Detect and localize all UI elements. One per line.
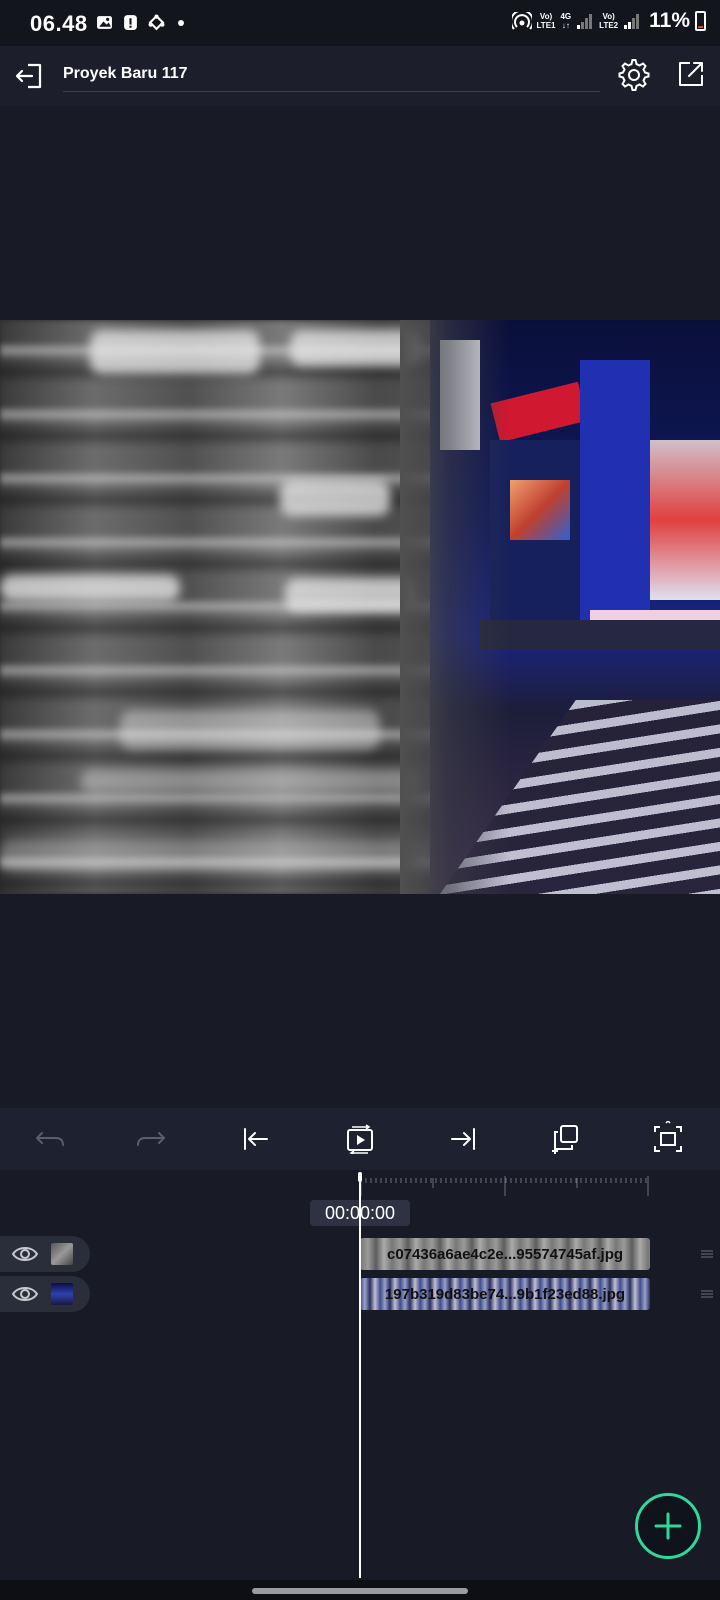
clip-name: c07436a6ae4c2e...95574745af.jpg xyxy=(386,1245,624,1263)
blur-shape xyxy=(280,480,390,516)
jump-end-button[interactable] xyxy=(443,1119,483,1159)
clip-thumbnail xyxy=(51,1283,73,1305)
duplicate-icon xyxy=(552,1125,578,1154)
app-header: Proyek Baru 117 xyxy=(0,46,720,106)
notification-dot xyxy=(178,19,184,26)
street xyxy=(480,620,720,650)
fullscreen-button[interactable] xyxy=(648,1119,688,1159)
preview-canvas[interactable] xyxy=(0,320,720,894)
sync-icon xyxy=(148,14,165,31)
billboard-screen xyxy=(510,480,570,540)
undo-icon xyxy=(36,1132,64,1146)
blur-shape xyxy=(80,770,420,792)
battery-icon xyxy=(695,11,706,31)
status-right-icons: Vo) LTE1 4G ↓↑ Vo) LTE2 11% xyxy=(511,9,706,33)
jump-end-icon xyxy=(451,1128,475,1150)
playhead[interactable] xyxy=(359,1176,361,1578)
track-controls xyxy=(0,1236,90,1272)
jump-start-icon xyxy=(244,1128,268,1150)
alert-icon xyxy=(124,15,137,30)
track-controls xyxy=(0,1276,90,1312)
play-loop-icon xyxy=(347,1124,373,1154)
jump-start-button[interactable] xyxy=(236,1119,276,1159)
gear-icon[interactable] xyxy=(617,58,651,92)
timeline-clip[interactable]: c07436a6ae4c2e...95574745af.jpg xyxy=(360,1238,650,1270)
redo-button[interactable] xyxy=(131,1119,171,1159)
clip-thumbnail xyxy=(51,1243,73,1265)
net1-label: Vo) LTE1 xyxy=(536,12,556,30)
status-left-icons xyxy=(96,14,184,31)
blur-shape xyxy=(285,578,415,612)
redo-icon xyxy=(137,1132,165,1146)
blur-shape xyxy=(120,710,380,750)
system-nav-bar xyxy=(0,1580,720,1600)
undo-button[interactable] xyxy=(30,1119,70,1159)
preview-play-button[interactable] xyxy=(340,1119,380,1159)
clip-name: 197b319d83be74...9b1f23ed88.jpg xyxy=(384,1285,626,1303)
blur-shape xyxy=(0,575,180,601)
net2-label: Vo) LTE2 xyxy=(599,12,619,30)
status-time: 06.48 xyxy=(30,11,88,36)
billboard-right xyxy=(645,440,720,600)
eye-icon[interactable] xyxy=(11,1244,39,1264)
plus-icon xyxy=(654,1512,682,1540)
building-blue xyxy=(580,360,650,640)
battery-percent: 11% xyxy=(649,9,690,32)
drag-handle-icon[interactable] xyxy=(701,1250,713,1258)
home-gesture-bar[interactable] xyxy=(252,1588,468,1594)
timeline-clip[interactable]: 197b319d83be74...9b1f23ed88.jpg xyxy=(360,1278,650,1310)
preview-area[interactable] xyxy=(0,106,720,1108)
edit-toolbar xyxy=(0,1108,720,1170)
add-media-button[interactable] xyxy=(635,1493,701,1559)
eye-icon[interactable] xyxy=(11,1284,39,1304)
drag-handle-icon[interactable] xyxy=(701,1290,713,1298)
duplicate-button[interactable] xyxy=(546,1119,586,1159)
signal-icon xyxy=(577,14,593,29)
net-type-label: 4G ↓↑ xyxy=(560,12,572,30)
export-icon[interactable] xyxy=(676,59,706,89)
blur-shape xyxy=(0,840,430,870)
image-icon xyxy=(97,16,112,29)
hotspot-icon xyxy=(511,12,532,30)
exit-icon[interactable] xyxy=(12,58,48,94)
title-underline xyxy=(63,91,600,92)
time-ruler[interactable] xyxy=(360,1176,650,1196)
project-title[interactable]: Proyek Baru 117 xyxy=(63,65,188,83)
blur-shape xyxy=(90,330,260,374)
signal-icon xyxy=(624,14,640,29)
transition-fade xyxy=(400,320,510,894)
status-bar: 06.48 Vo) LTE1 4G ↓↑ Vo) LTE2 11% xyxy=(0,0,720,46)
fullscreen-icon xyxy=(654,1121,682,1152)
